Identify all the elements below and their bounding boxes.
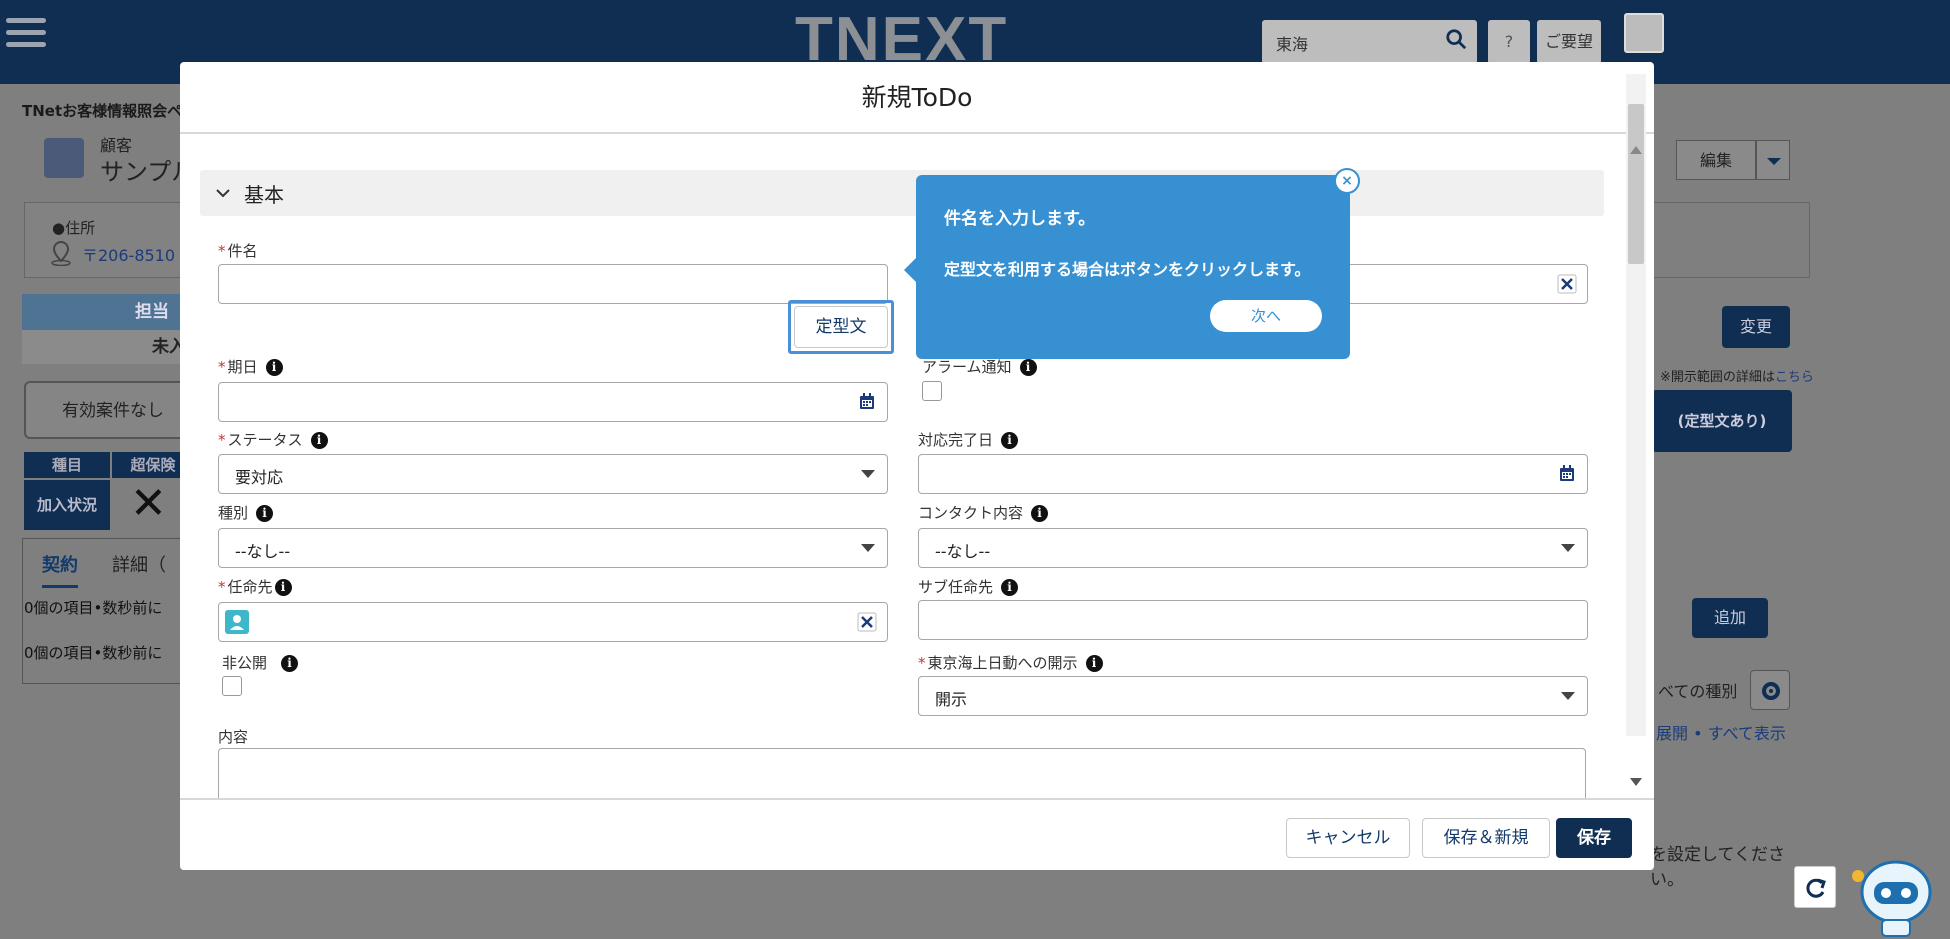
chevron-down-icon[interactable] [214,184,232,202]
section-title: 基本 [244,183,284,207]
settings-button[interactable] [1750,670,1790,710]
menu-icon[interactable] [6,18,46,54]
address-label: ●住所 [52,219,96,237]
disclose-select[interactable]: 開示 [918,676,1588,716]
modal-title: 新規ToDo [180,62,1654,134]
tooltip-arrow [904,258,916,282]
info-icon[interactable]: i [274,579,292,596]
refresh-icon [1806,878,1826,898]
type-select[interactable]: --なし-- [218,528,888,568]
list-status-text: 0個の項目•数秒前に [24,644,163,662]
contact-label: コンタクト内容 i [918,502,1049,523]
chevron-down-icon [861,544,875,552]
expand-links[interactable]: 展開 • すべて表示 [1656,720,1786,744]
calendar-icon[interactable] [1559,465,1575,482]
scroll-down-icon[interactable] [1629,776,1643,788]
content-textarea[interactable] [218,748,1586,798]
info-icon[interactable]: i [1019,359,1037,376]
search-icon[interactable] [1445,28,1467,50]
status-select[interactable]: 要対応 [218,454,888,494]
private-checkbox[interactable] [222,676,242,696]
scrollbar-thumb[interactable] [1628,104,1644,264]
save-and-new-button[interactable]: 保存＆新規 [1422,818,1550,858]
kanyu-status-mark: ✕ [130,478,167,529]
chevron-down-icon [1561,544,1575,552]
teikei-button[interactable]: 定型文 [794,306,888,348]
alarm-label: アラーム通知 i [922,356,1037,377]
case-none-button[interactable]: 有効案件なし [24,381,194,439]
contact-select[interactable]: --なし-- [918,528,1588,568]
teikei-button[interactable]: (定型文あり) [1652,390,1792,452]
sub-assignee-input[interactable] [918,600,1588,640]
info-icon[interactable]: i [1001,432,1019,449]
alarm-checkbox[interactable] [922,381,942,401]
help-button[interactable]: ? [1488,20,1530,64]
close-icon[interactable]: × [1334,168,1360,194]
assignee-label: * 任命先 i [218,576,292,597]
tooltip-text: 定型文を利用する場合はボタンをクリックします。 [944,260,1311,279]
tab-shosai[interactable]: 詳細（ [112,551,166,577]
user-icon [225,610,249,634]
info-icon[interactable]: i [1001,579,1019,596]
info-icon[interactable]: i [256,505,274,522]
kanyu-label: 加入状況 [24,480,110,530]
request-button[interactable]: ご要望 [1537,20,1601,64]
scroll-up-icon[interactable] [1629,144,1643,156]
complete-date-label: 対応完了日 i [918,429,1019,450]
address-value[interactable]: 〒206-8510 [82,242,175,266]
refresh-button[interactable] [1794,866,1836,908]
status-label: * ステータス i [218,429,328,450]
global-search-input[interactable]: 東海 [1262,20,1477,64]
subject-label: * 件名 [218,242,258,260]
gear-icon [1762,682,1780,700]
tanto-value: 未入 [22,330,194,364]
edit-button[interactable]: 編集 [1676,140,1756,180]
change-button[interactable]: 変更 [1722,306,1790,348]
subject-input[interactable] [218,264,888,304]
complete-date-input[interactable] [918,454,1588,494]
assignee-input[interactable] [218,602,888,642]
tab-keiyaku[interactable]: 契約 [42,551,78,588]
shumoku-header: 種目 [24,452,110,478]
breadcrumb: TNetお客様情報照会ペ [22,102,183,120]
all-types-label: べての種別 [1658,682,1738,701]
sub-assignee-label: サブ任命先 i [918,576,1019,597]
close-icon[interactable] [857,612,877,632]
calendar-icon[interactable] [859,393,875,410]
info-icon[interactable]: i [1085,655,1103,672]
disclosure-link[interactable]: こちら [1775,370,1814,385]
add-button[interactable]: 追加 [1692,598,1768,638]
modal-footer: キャンセル 保存＆新規 保存 [180,798,1654,870]
cancel-button[interactable]: キャンセル [1286,818,1410,858]
info-icon[interactable]: i [1031,505,1049,522]
info-card [1650,202,1810,278]
section-header[interactable] [200,170,1604,216]
tooltip-text: 件名を入力します。 [944,209,1096,229]
tooltip-next-button[interactable]: 次へ [1210,300,1322,332]
due-date-input[interactable] [218,382,888,422]
disclosure-note: ※開示範囲の詳細はこちら [1660,370,1814,385]
info-icon[interactable]: i [310,432,328,449]
location-pin-icon [51,240,71,266]
chevron-down-icon [861,470,875,478]
search-value: 東海 [1276,35,1309,54]
info-icon[interactable]: i [265,359,283,376]
customer-icon [44,138,84,178]
user-avatar[interactable] [1624,13,1664,53]
info-icon[interactable]: i [281,655,299,672]
content-label: 内容 [218,728,249,746]
close-icon[interactable] [1557,274,1577,294]
chevron-down-icon [1561,692,1575,700]
due-label: * 期日 i [218,356,283,377]
list-status-text: 0個の項目•数秒前に [24,599,163,617]
save-button[interactable]: 保存 [1556,818,1632,858]
chevron-down-icon [1767,158,1781,165]
set-instruction: を設定してくださ い。 [1650,845,1785,890]
disclose-label: * 東京海上日動への開示 i [918,652,1103,673]
type-label: 種別 i [218,502,274,523]
private-label: 非公開 i [222,652,299,673]
edit-menu-button[interactable] [1756,140,1790,180]
mascot-robot-icon[interactable] [1838,846,1946,938]
tanto-header: 担当（ [22,294,194,330]
